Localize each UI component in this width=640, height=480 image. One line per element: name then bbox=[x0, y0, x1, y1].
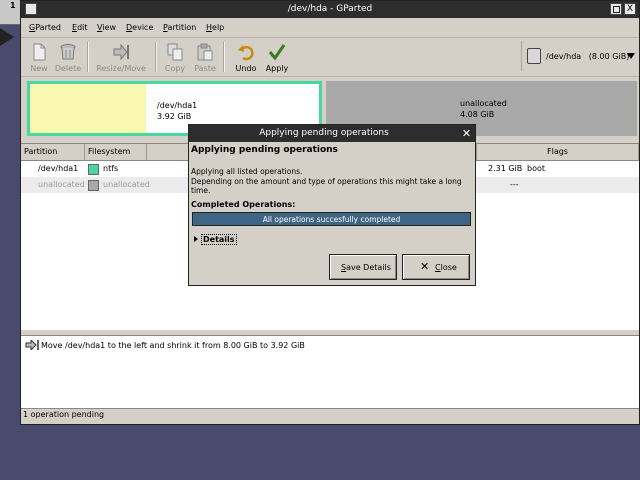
menu-help[interactable]: Help bbox=[206, 23, 224, 32]
partition-name: /dev/hda1 bbox=[157, 101, 198, 110]
device-label: /dev/hda (8.00 GiB) bbox=[546, 52, 630, 61]
chevron-down-icon bbox=[627, 53, 635, 59]
dialog-titlebar[interactable]: Applying pending operations ✕ bbox=[189, 125, 475, 142]
apply-operations-dialog: Applying pending operations ✕ Applying p… bbox=[188, 124, 476, 286]
device-selector[interactable]: /dev/hda (8.00 GiB) bbox=[521, 41, 637, 71]
menu-device[interactable]: Device bbox=[126, 23, 153, 32]
cell-value: 2.31 GiB bbox=[488, 164, 523, 173]
column-partition[interactable]: Partition bbox=[21, 144, 85, 160]
window-close-button[interactable]: X bbox=[624, 3, 636, 15]
menubar: GParted Edit View Device Partition Help bbox=[21, 18, 639, 38]
filesystem-color-swatch bbox=[88, 164, 99, 175]
progress-text: All operations succesfully completed bbox=[262, 215, 401, 224]
unallocated-name: unallocated bbox=[460, 99, 507, 108]
close-x-icon: ✕ bbox=[420, 260, 430, 273]
list-item[interactable]: Move /dev/hda1 to the left and shrink it… bbox=[21, 336, 639, 352]
column-filesystem[interactable]: Filesystem bbox=[85, 144, 147, 160]
unallocated-size: 4.08 GiB bbox=[460, 110, 495, 119]
window-titlebar[interactable]: /dev/hda - GParted X bbox=[21, 1, 639, 18]
pending-operations-list: Move /dev/hda1 to the left and shrink it… bbox=[21, 335, 639, 409]
menu-view[interactable]: View bbox=[97, 23, 116, 32]
cell-value: --- bbox=[510, 180, 519, 189]
workspace-number: 1 bbox=[10, 1, 16, 10]
trash-icon bbox=[59, 43, 77, 61]
delete-button[interactable]: Delete bbox=[48, 41, 88, 74]
undo-icon bbox=[237, 43, 255, 61]
cell-partition: /dev/hda1 bbox=[38, 164, 79, 173]
completed-operations-label: Completed Operations: bbox=[191, 200, 296, 209]
new-document-icon bbox=[30, 43, 48, 61]
operation-text: Move /dev/hda1 to the left and shrink it… bbox=[41, 341, 305, 350]
column-flags[interactable]: Flags bbox=[477, 144, 639, 160]
resize-move-button[interactable]: Resize/Move bbox=[96, 41, 146, 74]
resize-move-icon bbox=[25, 338, 39, 353]
dialog-heading: Applying pending operations bbox=[191, 145, 338, 155]
cell-filesystem: ntfs bbox=[103, 164, 119, 173]
used-space-bar bbox=[30, 84, 146, 133]
save-details-label: Save Details bbox=[341, 263, 391, 272]
toolbar-separator bbox=[87, 42, 89, 72]
menu-partition[interactable]: Partition bbox=[163, 23, 196, 32]
status-text: 1 operation pending bbox=[23, 410, 105, 419]
harddisk-icon bbox=[527, 48, 541, 64]
menu-gparted[interactable]: GParted bbox=[29, 23, 61, 32]
copy-icon bbox=[166, 43, 184, 61]
resize-move-label: Resize/Move bbox=[96, 64, 146, 73]
details-expander[interactable]: Details bbox=[201, 234, 237, 245]
apply-label: Apply bbox=[265, 64, 289, 73]
progress-bar: All operations succesfully completed bbox=[192, 212, 471, 226]
cell-flags: boot bbox=[527, 164, 546, 173]
close-button[interactable]: ✕ Close bbox=[402, 254, 470, 280]
dialog-message-line2: Depending on the amount and type of oper… bbox=[191, 177, 462, 195]
cell-filesystem: unallocated bbox=[103, 180, 150, 189]
paste-icon bbox=[196, 43, 214, 61]
menu-edit[interactable]: Edit bbox=[72, 23, 88, 32]
window-title: /dev/hda - GParted bbox=[287, 4, 373, 14]
close-icon[interactable]: ✕ bbox=[460, 127, 473, 140]
apply-button[interactable]: Apply bbox=[257, 41, 297, 74]
dialog-message-line1: Applying all listed operations. bbox=[191, 167, 303, 176]
resize-move-icon bbox=[112, 43, 130, 61]
apply-check-icon bbox=[268, 43, 286, 61]
expander-arrow-icon[interactable] bbox=[194, 236, 198, 242]
desktop-arrow-icon bbox=[0, 28, 14, 46]
close-label: Close bbox=[435, 263, 457, 272]
filesystem-color-swatch bbox=[88, 180, 99, 191]
statusbar: 1 operation pending bbox=[21, 407, 639, 424]
cell-partition: unallocated bbox=[38, 180, 85, 189]
partition-size: 3.92 GiB bbox=[157, 112, 192, 121]
dialog-title: Applying pending operations bbox=[259, 128, 389, 138]
maximize-button[interactable] bbox=[610, 3, 622, 15]
save-details-button[interactable]: Save Details bbox=[329, 254, 397, 280]
delete-label: Delete bbox=[54, 64, 82, 73]
